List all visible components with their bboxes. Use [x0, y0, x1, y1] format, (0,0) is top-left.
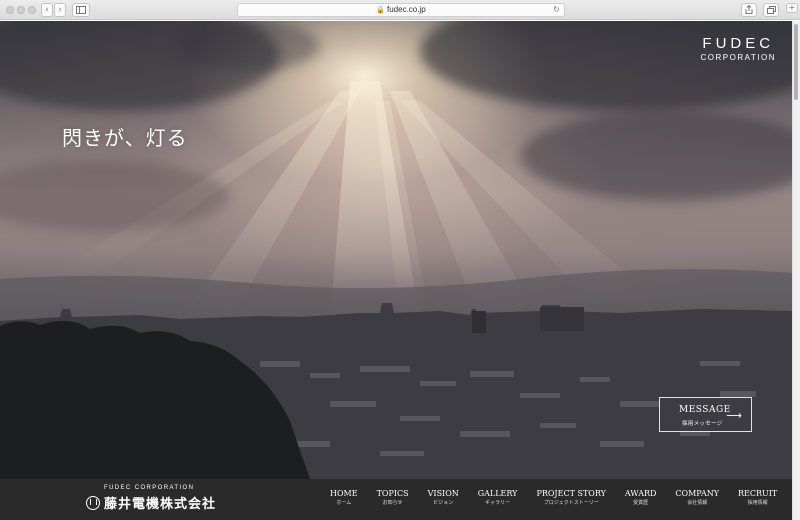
- main-nav: HOME ホーム TOPICS お知らせ VISION ビジョン GALLERY…: [330, 489, 777, 513]
- nav-label: HOME: [330, 489, 358, 498]
- sidebar-toggle-button[interactable]: [72, 3, 90, 17]
- lock-icon: 🔒: [376, 7, 385, 14]
- nav-label: GALLERY: [477, 489, 518, 498]
- footer-nav-bar: FUDEC CORPORATION 藤井電機株式会社 HOME ホーム TOPI…: [0, 479, 792, 520]
- close-window-icon[interactable]: [6, 6, 14, 14]
- message-button-title: MESSAGE: [679, 405, 731, 415]
- company-emblem-icon: [86, 495, 100, 510]
- header-logo[interactable]: FUDEC CORPORATION: [701, 35, 776, 62]
- browser-toolbar: ‹ › 🔒 fudec.co.jp ↻ +: [0, 0, 800, 20]
- message-button[interactable]: MESSAGE 採用メッセージ ⟶: [659, 397, 752, 432]
- nav-sublabel: ギャラリー: [485, 500, 511, 506]
- nav-sublabel: ビジョン: [433, 500, 454, 506]
- nav-item-vision[interactable]: VISION ビジョン: [428, 489, 459, 513]
- nav-label: AWARD: [624, 489, 657, 498]
- company-logo[interactable]: FUDEC CORPORATION 藤井電機株式会社: [86, 485, 216, 512]
- reload-icon[interactable]: ↻: [553, 4, 560, 16]
- nav-sublabel: プロジェクトストーリー: [543, 500, 599, 506]
- new-tab-button[interactable]: +: [786, 3, 798, 13]
- nav-sublabel: ホーム: [336, 500, 352, 506]
- nav-label: TOPICS: [376, 489, 409, 498]
- sidebar-icon: [76, 6, 86, 14]
- back-button[interactable]: ‹: [41, 3, 53, 17]
- zoom-window-icon[interactable]: [28, 6, 36, 14]
- nav-sublabel: 受賞歴: [633, 500, 649, 506]
- minimize-window-icon[interactable]: [17, 6, 25, 14]
- nav-item-award[interactable]: AWARD 受賞歴: [625, 489, 657, 513]
- nav-item-home[interactable]: HOME ホーム: [330, 489, 358, 513]
- tabs-icon: [766, 6, 776, 14]
- share-button[interactable]: [741, 3, 757, 17]
- company-name-ja: 藤井電機株式会社: [104, 497, 217, 512]
- url-text: fudec.co.jp: [387, 5, 426, 14]
- nav-item-topics[interactable]: TOPICS お知らせ: [377, 489, 409, 513]
- logo-wordmark: FUDEC: [702, 35, 775, 52]
- nav-item-gallery[interactable]: GALLERY ギャラリー: [478, 489, 518, 513]
- scrollbar-thumb[interactable]: [794, 24, 798, 100]
- logo-subtitle: CORPORATION: [700, 53, 776, 62]
- nav-item-project-story[interactable]: PROJECT STORY プロジェクトストーリー: [536, 489, 605, 513]
- share-icon: [745, 4, 753, 14]
- nav-item-company[interactable]: COMPANY 会社情報: [675, 489, 719, 513]
- hero-tagline: 閃きが、灯る: [62, 126, 188, 150]
- nav-label: PROJECT STORY: [536, 489, 606, 498]
- tabs-button[interactable]: [763, 3, 779, 17]
- company-name-en: FUDEC CORPORATION: [104, 485, 195, 491]
- nav-label: RECRUIT: [738, 489, 778, 498]
- arrow-right-icon: ⟶: [726, 409, 742, 422]
- message-button-subtitle: 採用メッセージ: [682, 421, 723, 427]
- nav-sublabel: 会社情報: [687, 500, 708, 506]
- hero-section: FUDEC CORPORATION 閃きが、灯る MESSAGE 採用メッセージ…: [0, 21, 792, 479]
- forward-button[interactable]: ›: [54, 3, 66, 17]
- nav-label: COMPANY: [675, 489, 719, 498]
- nav-item-recruit[interactable]: RECRUIT 採用情報: [738, 489, 777, 513]
- nav-label: VISION: [427, 489, 459, 498]
- nav-sublabel: 採用情報: [747, 500, 768, 506]
- address-bar[interactable]: 🔒 fudec.co.jp ↻: [237, 3, 565, 17]
- nav-sublabel: お知らせ: [382, 500, 403, 506]
